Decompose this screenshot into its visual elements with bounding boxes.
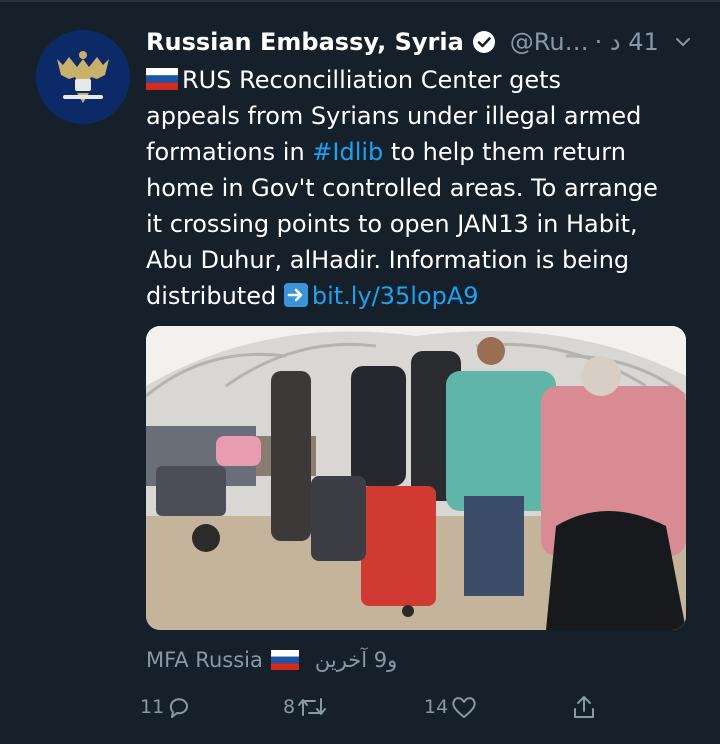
tweet-photo[interactable]	[146, 326, 686, 630]
liked-by-others[interactable]: و9 آخرين	[315, 648, 397, 672]
verified-badge-icon	[472, 30, 496, 54]
reply-button[interactable]: 11	[140, 690, 192, 724]
text-line-2: appeals from Syrians under illegal armed	[146, 102, 642, 130]
tweet-header: Russian Embassy, Syria @Ru… 41 د ·	[146, 22, 706, 62]
retweet-icon	[298, 698, 327, 716]
coat-of-arms-icon	[57, 51, 109, 103]
liked-by-name[interactable]: MFA Russia	[146, 648, 263, 672]
liked-by-row[interactable]: MFA Russia و9 آخرين	[146, 642, 397, 678]
share-icon	[574, 696, 594, 718]
reply-icon	[170, 698, 189, 718]
text-line-4: home in Gov't controlled areas. To arran…	[146, 174, 658, 202]
text-line-7: distributed bit.ly/35lopA9	[146, 278, 706, 314]
reply-count: 11	[140, 696, 165, 718]
russia-flag-icon	[270, 650, 299, 670]
share-button[interactable]	[570, 690, 598, 724]
text-line-3-prefix: formations in	[146, 138, 313, 166]
author-handle[interactable]: @Ru…	[510, 28, 589, 56]
hashtag-link[interactable]: #Idlib	[312, 138, 383, 166]
retweet-count: 8	[283, 696, 296, 718]
text-line-1: RUS Reconcilliation Center gets	[146, 62, 706, 98]
russia-flag-icon	[146, 68, 178, 90]
text-line-3: formations in #Idlib to help them return	[146, 134, 706, 170]
chevron-down-icon[interactable]	[673, 32, 693, 52]
tweet-text: RUS Reconcilliation Center gets appeals …	[146, 62, 706, 314]
tweet-time[interactable]: 41 د ·	[595, 28, 659, 56]
like-button[interactable]: 14	[424, 690, 478, 724]
arrow-right-icon	[283, 283, 308, 307]
like-icon	[452, 697, 476, 718]
tweet-link[interactable]: bit.ly/35lopA9	[312, 282, 479, 310]
top-divider	[0, 0, 720, 2]
text-line-6: Abu Duhur, alHadir. Information is being	[146, 246, 630, 274]
text-line-7-content: distributed	[146, 282, 284, 310]
author-name[interactable]: Russian Embassy, Syria	[146, 28, 464, 56]
avatar[interactable]	[36, 30, 130, 124]
text-line-3-suffix: to help them return	[383, 138, 626, 166]
text-line-1-content: RUS Reconcilliation Center gets	[182, 66, 562, 94]
like-count: 14	[424, 696, 449, 718]
retweet-button[interactable]: 8	[283, 690, 327, 724]
text-line-5: it crossing points to open JAN13 in Habi…	[146, 210, 638, 238]
photo-illustration	[146, 326, 686, 630]
